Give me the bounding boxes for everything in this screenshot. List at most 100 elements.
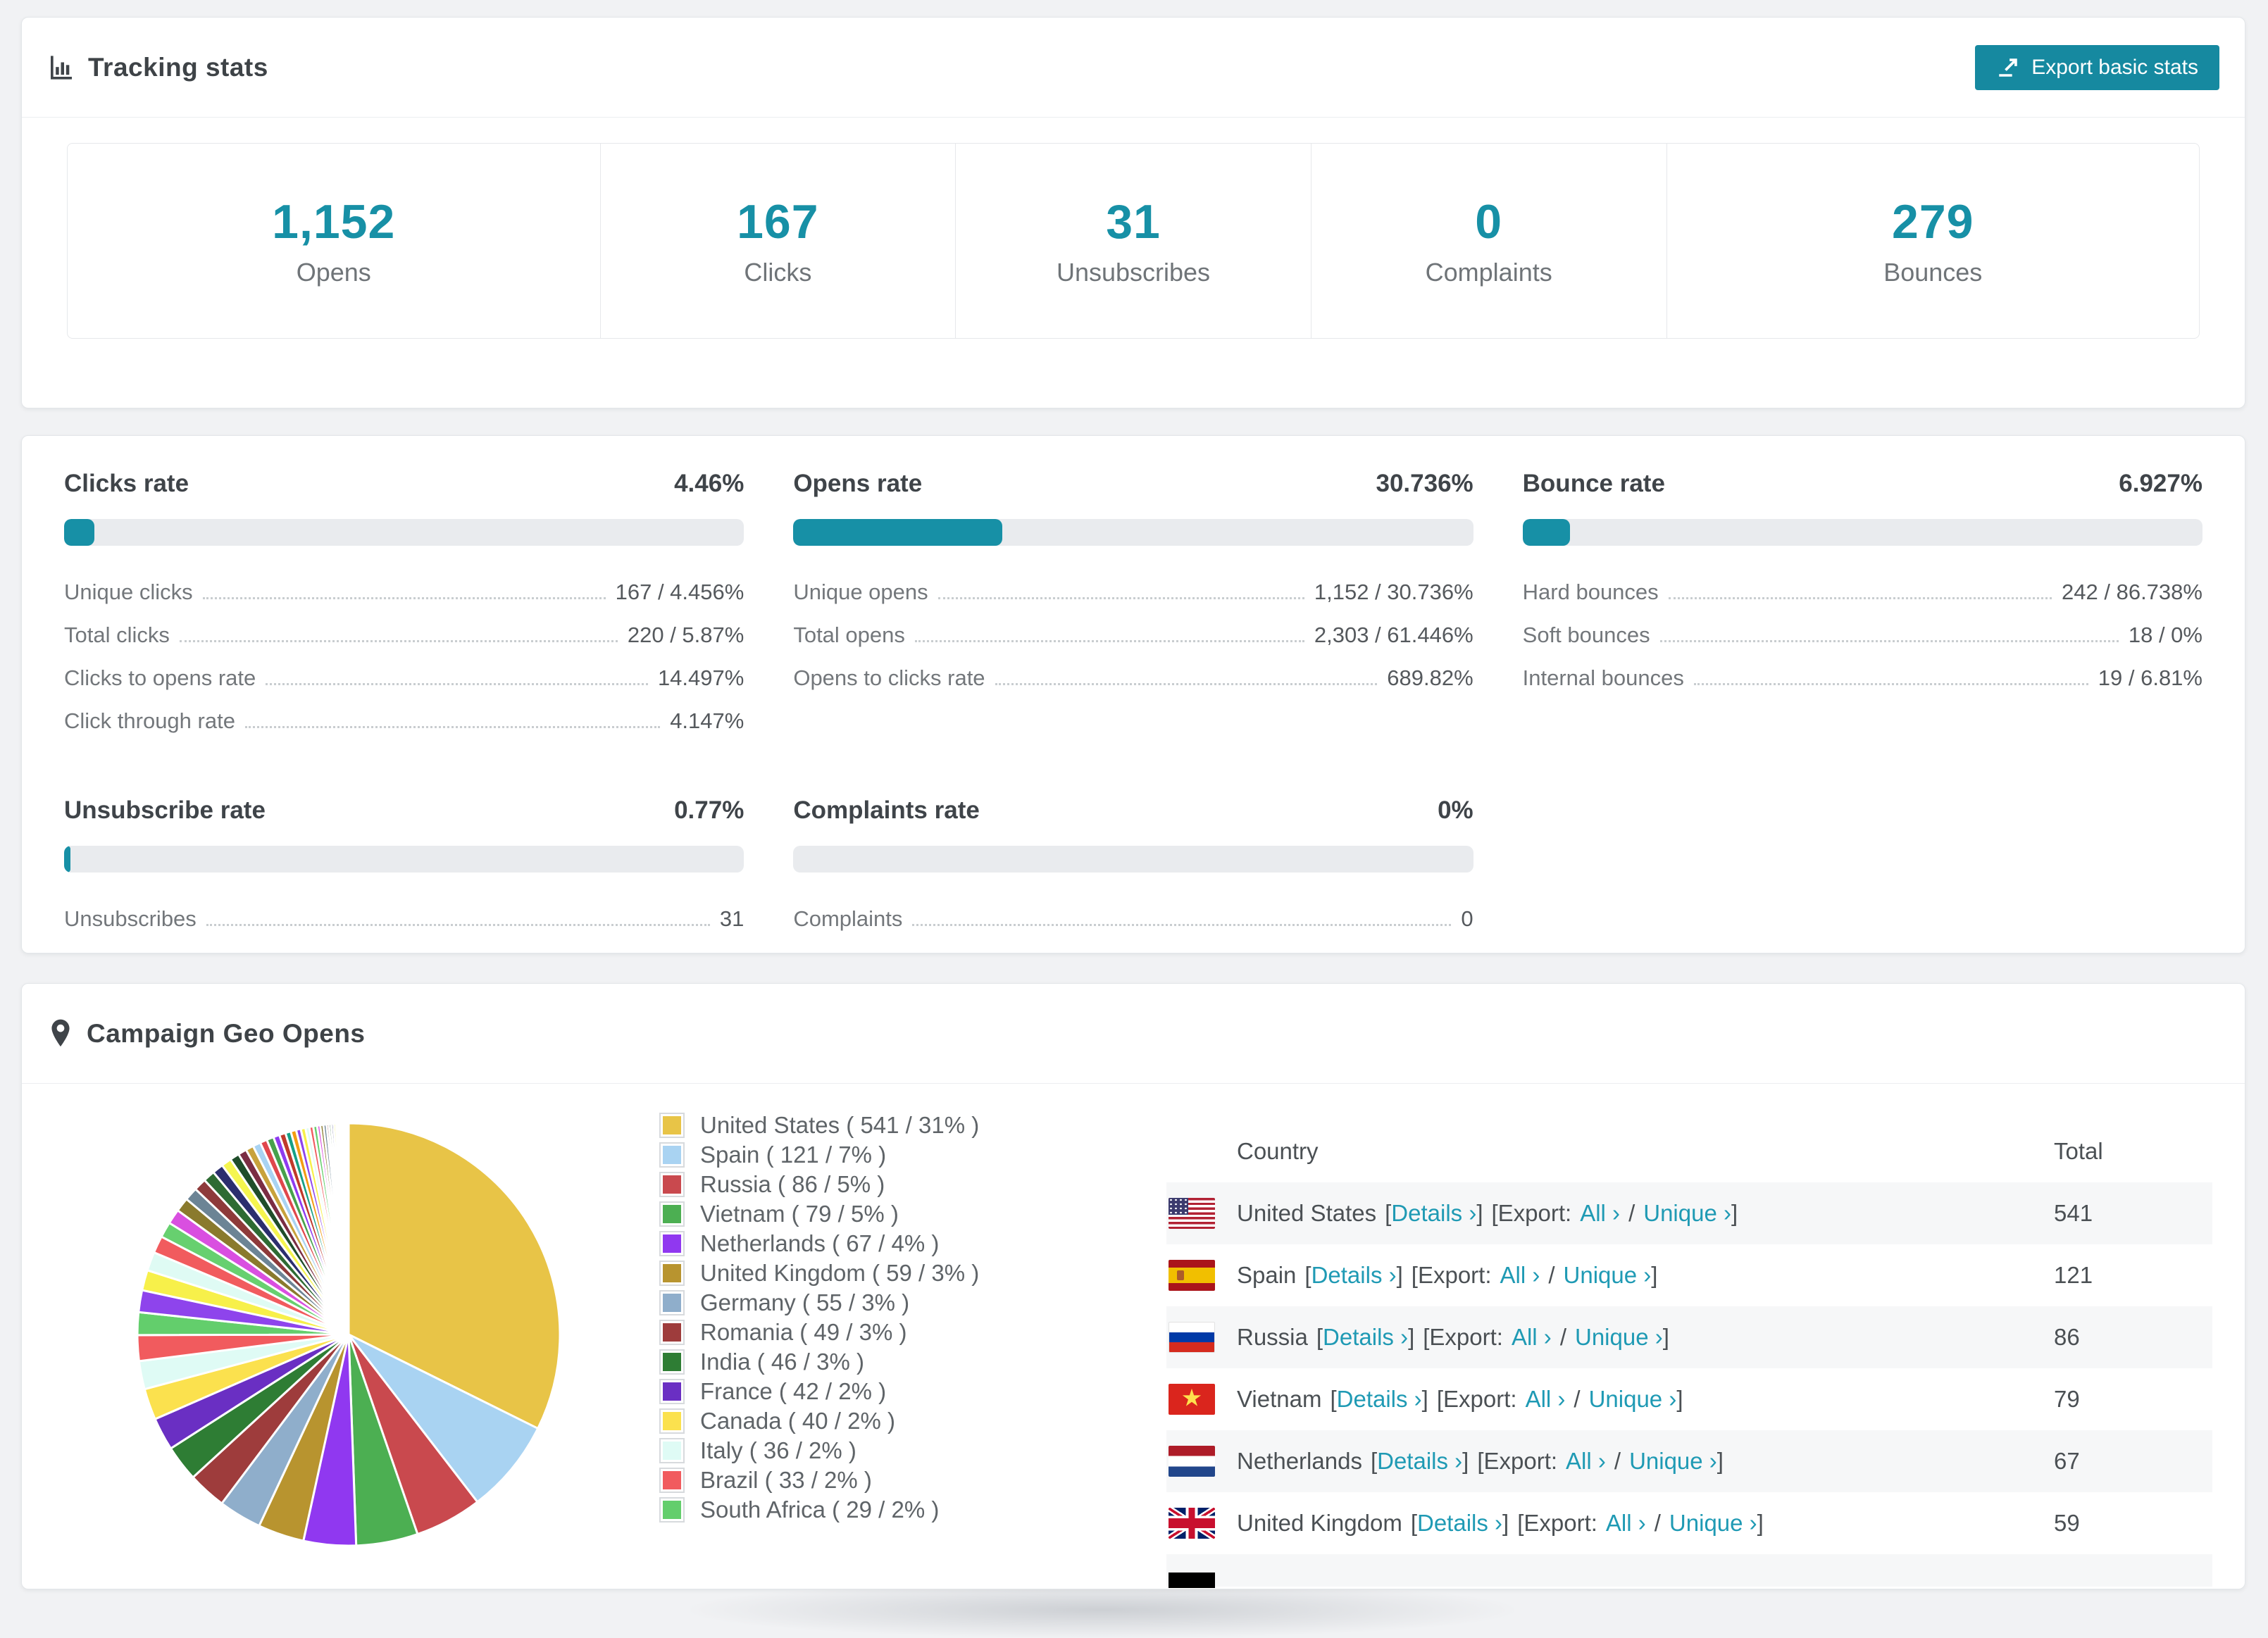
geo-opens-pie-chart[interactable] bbox=[116, 1102, 581, 1567]
legend-label: United Kingdom ( 59 / 3% ) bbox=[700, 1260, 980, 1286]
legend-item: Vietnam ( 79 / 5% ) bbox=[659, 1199, 979, 1229]
dotted-leader bbox=[914, 640, 1304, 642]
legend-color-swatch bbox=[659, 1320, 685, 1345]
slash: / bbox=[1628, 1200, 1635, 1226]
rate-header: Unsubscribe rate 0.77% bbox=[64, 796, 744, 825]
rate-detail-label: Unique opens bbox=[793, 580, 928, 604]
export-all-link[interactable]: All › bbox=[1512, 1324, 1552, 1351]
rate-detail-value: 1,152 / 30.736% bbox=[1314, 580, 1473, 604]
rate-header: Opens rate 30.736% bbox=[793, 470, 1473, 498]
export-button-label: Export basic stats bbox=[2031, 55, 2198, 79]
country-flag-icon bbox=[1169, 1260, 1215, 1291]
dotted-leader bbox=[912, 924, 1452, 926]
tracking-stats-header: Tracking stats Export basic stats bbox=[22, 18, 2245, 118]
legend-color-swatch bbox=[659, 1408, 685, 1434]
legend-color-swatch bbox=[659, 1497, 685, 1523]
export-all-link[interactable]: All › bbox=[1566, 1448, 1606, 1475]
bracket: ] bbox=[1676, 1386, 1683, 1412]
rate-progress-fill bbox=[64, 519, 95, 546]
rate-detail-label: Unsubscribes bbox=[64, 906, 197, 931]
legend-color-swatch bbox=[659, 1379, 685, 1404]
table-row: United States [Details ›] [Export: All › /… bbox=[1166, 1182, 2212, 1244]
export-all-link[interactable]: All › bbox=[1526, 1386, 1566, 1413]
export-icon bbox=[1996, 56, 2020, 80]
rate-block: Bounce rate 6.927% Hard bounces 242 / 86… bbox=[1522, 470, 2202, 751]
rate-detail-value: 689.82% bbox=[1387, 665, 1473, 690]
rate-detail-value: 18 / 0% bbox=[2128, 623, 2202, 647]
rate-detail-label: Internal bounces bbox=[1522, 665, 1684, 690]
legend-color-swatch bbox=[659, 1349, 685, 1375]
bar-chart-icon bbox=[47, 54, 75, 82]
page-bottom-shadow bbox=[690, 1582, 1514, 1638]
rate-detail-row: Internal bounces 19 / 6.81% bbox=[1523, 665, 2202, 692]
export-label: Export: bbox=[1443, 1386, 1517, 1412]
dotted-leader bbox=[995, 683, 1378, 685]
details-link[interactable]: Details › bbox=[1311, 1262, 1397, 1289]
map-pin-icon bbox=[47, 1018, 74, 1049]
summary-stat-label: Complaints bbox=[1425, 258, 1552, 287]
rate-title: Clicks rate bbox=[64, 470, 189, 497]
legend-color-swatch bbox=[659, 1261, 685, 1286]
bracket: [ bbox=[1316, 1324, 1323, 1350]
export-unique-link[interactable]: Unique › bbox=[1669, 1510, 1757, 1537]
export-unique-link[interactable]: Unique › bbox=[1629, 1448, 1717, 1475]
geo-opens-header: Campaign Geo Opens bbox=[22, 984, 2245, 1084]
table-row: Vietnam [Details ›] [Export:All ›/Unique… bbox=[1166, 1368, 2212, 1430]
table-row: United Kingdom [Details ›] [Export: All ›… bbox=[1166, 1492, 2212, 1554]
summary-stat: 0 Complaints bbox=[1311, 144, 1667, 338]
summary-stat-value: 0 bbox=[1475, 195, 1503, 249]
rate-detail-row: Total opens 2,303 / 61.446% bbox=[793, 623, 1473, 649]
table-row: Russia [Details ›] [Export: All › / Unique … bbox=[1166, 1306, 2212, 1368]
legend-color-swatch bbox=[659, 1113, 685, 1138]
export-label: Export: bbox=[1524, 1510, 1597, 1536]
export-unique-link[interactable]: Unique › bbox=[1589, 1386, 1677, 1413]
summary-stat-value: 31 bbox=[1106, 195, 1161, 249]
export-unique-link[interactable]: Unique › bbox=[1564, 1262, 1652, 1289]
rate-detail-row: Hard bounces 242 / 86.738% bbox=[1523, 580, 2202, 606]
summary-stat-label: Opens bbox=[296, 258, 371, 287]
legend-color-swatch bbox=[659, 1172, 685, 1197]
legend-item: Brazil ( 33 / 2% ) bbox=[659, 1465, 979, 1495]
dotted-leader bbox=[179, 640, 618, 642]
bracket: ] bbox=[1651, 1262, 1658, 1288]
export-basic-stats-button[interactable]: Export basic stats bbox=[1975, 44, 2219, 90]
details-link[interactable]: Details › bbox=[1323, 1324, 1408, 1351]
legend-color-swatch bbox=[659, 1201, 685, 1227]
country-name: Vietnam bbox=[1237, 1386, 1322, 1412]
dotted-leader bbox=[202, 597, 606, 599]
germany-flag-icon bbox=[1169, 1573, 1215, 1588]
details-link[interactable]: Details › bbox=[1417, 1510, 1502, 1537]
summary-stat-value: 279 bbox=[1892, 195, 1974, 249]
rate-progress-bar bbox=[793, 846, 1473, 873]
dotted-leader bbox=[937, 597, 1304, 599]
rate-title: Opens rate bbox=[793, 470, 923, 497]
export-unique-link[interactable]: Unique › bbox=[1575, 1324, 1663, 1351]
pie-slice[interactable] bbox=[347, 1122, 350, 1336]
rate-detail-label: Click through rate bbox=[64, 708, 235, 733]
rate-progress-fill bbox=[64, 846, 70, 873]
bracket: ] bbox=[1396, 1262, 1403, 1288]
bracket: ] bbox=[1716, 1448, 1724, 1474]
details-link[interactable]: Details › bbox=[1337, 1386, 1422, 1413]
rate-header: Complaints rate 0% bbox=[793, 796, 1473, 825]
rate-title: Bounce rate bbox=[1522, 470, 1665, 497]
rate-progress-bar bbox=[1522, 519, 2202, 546]
country-flag-icon bbox=[1169, 1322, 1215, 1353]
country-total: 79 bbox=[2054, 1386, 2080, 1412]
export-all-link[interactable]: All › bbox=[1580, 1200, 1620, 1227]
rate-detail-row: Click through rate 4.147% bbox=[64, 708, 744, 734]
legend-label: Brazil ( 33 / 2% ) bbox=[700, 1467, 872, 1493]
legend-label: Romania ( 49 / 3% ) bbox=[700, 1319, 907, 1345]
details-link[interactable]: Details › bbox=[1391, 1200, 1476, 1227]
dotted-leader bbox=[206, 924, 710, 926]
rate-detail-row: Soft bounces 18 / 0% bbox=[1523, 623, 2202, 649]
geo-opens-card: Campaign Geo Opens United States ( 541 /… bbox=[21, 983, 2245, 1589]
table-header-row: Country Total bbox=[1166, 1120, 2212, 1182]
export-all-link[interactable]: All › bbox=[1606, 1510, 1646, 1537]
export-unique-link[interactable]: Unique › bbox=[1643, 1200, 1731, 1227]
details-link[interactable]: Details › bbox=[1377, 1448, 1462, 1475]
bracket: ] bbox=[1408, 1324, 1415, 1350]
export-all-link[interactable]: All › bbox=[1500, 1262, 1540, 1289]
legend-label: Vietnam ( 79 / 5% ) bbox=[700, 1201, 899, 1227]
rate-detail-label: Complaints bbox=[793, 906, 903, 931]
